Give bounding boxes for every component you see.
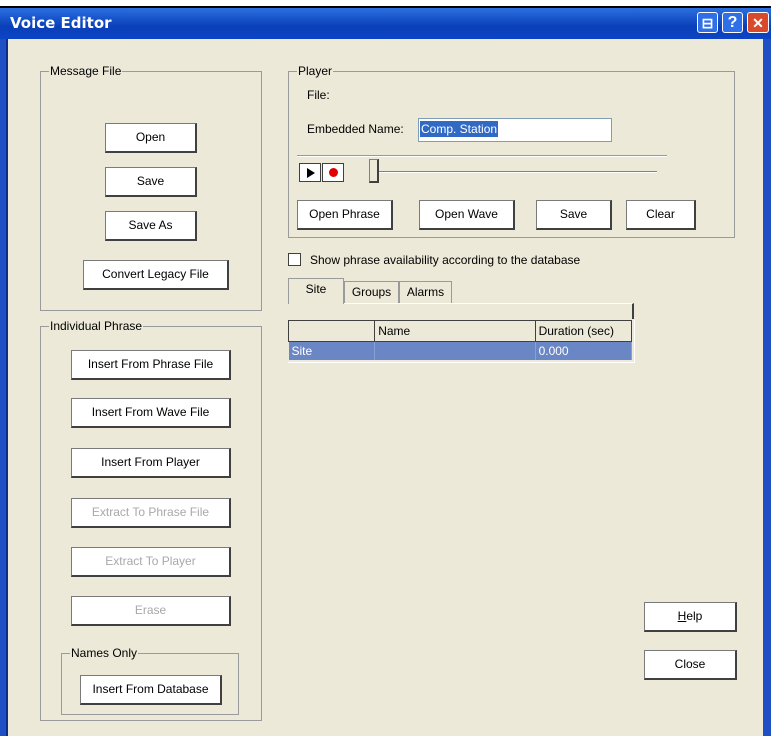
- message-file-legend: Message File: [49, 64, 123, 78]
- open-phrase-button[interactable]: Open Phrase: [297, 200, 393, 230]
- insert-from-wave-file-button[interactable]: Insert From Wave File: [71, 398, 231, 428]
- embedded-name-value: Comp. Station: [420, 121, 499, 137]
- erase-button[interactable]: Erase: [71, 596, 231, 626]
- tab-panel-edge: [288, 303, 634, 319]
- individual-phrase-group: Individual Phrase Insert From Phrase Fil…: [40, 319, 262, 721]
- window-border-left: [0, 39, 8, 736]
- individual-phrase-legend: Individual Phrase: [49, 319, 144, 333]
- embedded-name-label: Embedded Name:: [307, 122, 404, 136]
- file-label: File:: [307, 88, 330, 102]
- insert-from-database-button[interactable]: Insert From Database: [80, 675, 222, 705]
- save-button[interactable]: Save: [105, 167, 197, 197]
- maximize-icon[interactable]: ⊟: [697, 12, 718, 33]
- table-header-name[interactable]: Name: [374, 320, 536, 342]
- table-cell-name: [374, 341, 536, 360]
- player-save-button[interactable]: Save: [536, 200, 612, 230]
- insert-from-player-button[interactable]: Insert From Player: [71, 448, 231, 478]
- show-availability-checkbox[interactable]: [288, 253, 301, 266]
- table-header-corner: [287, 320, 376, 342]
- window-title: Voice Editor: [10, 14, 112, 32]
- save-as-button[interactable]: Save As: [105, 211, 197, 241]
- help-label-rest: elp: [686, 609, 703, 623]
- table-header-duration[interactable]: Duration (sec): [534, 320, 633, 342]
- table-cell-site: Site: [288, 341, 376, 360]
- tab-site[interactable]: Site: [288, 278, 344, 304]
- phrase-table[interactable]: Name Duration (sec) Site 0.000: [287, 320, 635, 363]
- open-wave-button[interactable]: Open Wave: [419, 200, 515, 230]
- window-border-right: [763, 39, 771, 736]
- help-icon[interactable]: ?: [722, 12, 743, 33]
- convert-legacy-file-button[interactable]: Convert Legacy File: [83, 260, 229, 290]
- play-icon: [307, 168, 315, 178]
- record-icon: [329, 168, 338, 177]
- close-button[interactable]: Close: [644, 650, 737, 680]
- insert-from-phrase-file-button[interactable]: Insert From Phrase File: [71, 350, 231, 380]
- slider-thumb[interactable]: [369, 159, 379, 183]
- extract-to-phrase-file-button[interactable]: Extract To Phrase File: [71, 498, 231, 528]
- player-group: Player File: Embedded Name: Comp. Statio…: [288, 64, 735, 238]
- extract-to-player-button[interactable]: Extract To Player: [71, 547, 231, 577]
- names-only-group: Names Only Insert From Database: [61, 646, 239, 715]
- player-legend: Player: [297, 64, 334, 78]
- play-button[interactable]: [299, 163, 321, 182]
- playback-slider[interactable]: [369, 159, 659, 185]
- table-header-row: Name Duration (sec): [287, 320, 633, 342]
- phrase-grid: Name Duration (sec) Site 0.000: [287, 320, 633, 360]
- top-strip: [0, 0, 771, 8]
- slider-track: [375, 171, 657, 173]
- show-availability-label: Show phrase availability according to th…: [310, 253, 581, 267]
- help-button[interactable]: Help: [644, 602, 737, 632]
- open-button[interactable]: Open: [105, 123, 197, 153]
- tab-alarms[interactable]: Alarms: [399, 281, 452, 303]
- embedded-name-field[interactable]: Comp. Station: [418, 118, 612, 142]
- clear-button[interactable]: Clear: [626, 200, 696, 230]
- close-icon[interactable]: ✕: [747, 12, 769, 33]
- table-cell-duration: 0.000: [535, 341, 633, 360]
- names-only-legend: Names Only: [70, 646, 139, 660]
- tab-strip: Site Groups Alarms: [288, 278, 635, 319]
- record-button[interactable]: [322, 163, 344, 182]
- message-file-group: Message File Open Save Save As Convert L…: [40, 64, 262, 311]
- table-row[interactable]: Site 0.000: [288, 341, 633, 360]
- title-bar: Voice Editor ⊟ ? ✕: [0, 8, 771, 39]
- tab-groups[interactable]: Groups: [344, 281, 399, 303]
- player-divider: [297, 155, 667, 157]
